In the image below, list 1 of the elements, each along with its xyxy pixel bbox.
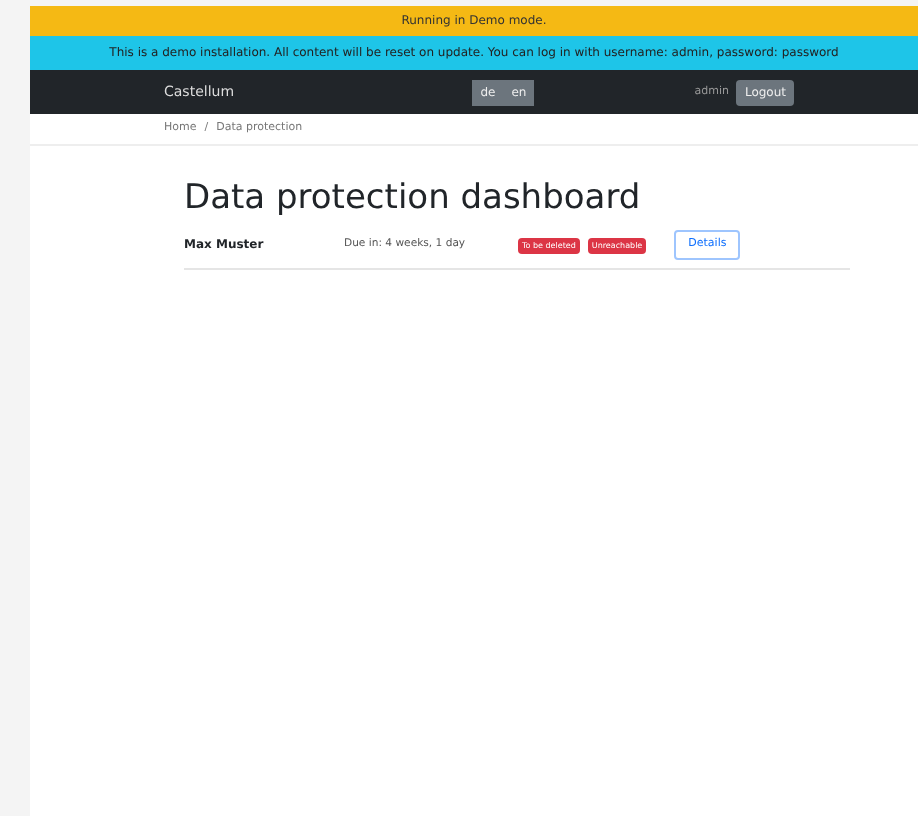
page-heading: Data protection dashboard	[184, 178, 643, 219]
